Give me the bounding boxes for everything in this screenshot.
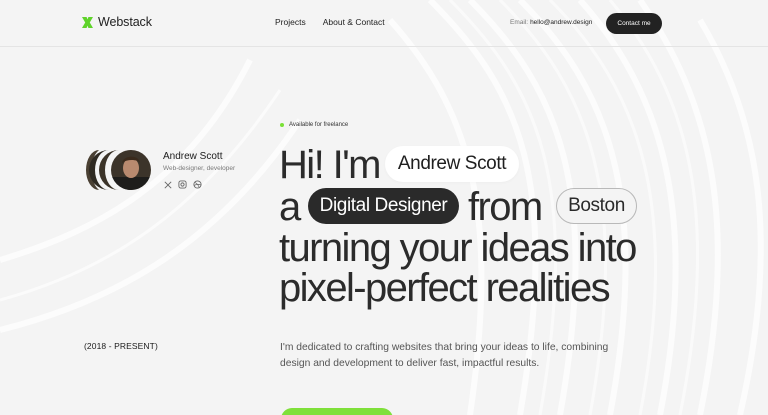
brand-logo[interactable]: Webstack (82, 15, 152, 29)
nav-about-contact[interactable]: About & Contact (323, 17, 385, 27)
email-link[interactable]: hello@andrew.design (530, 19, 592, 26)
dribbble-icon[interactable] (193, 180, 202, 189)
availability-status: Available for freelance (280, 122, 348, 128)
contact-me-button[interactable]: Contact me (606, 13, 662, 34)
main-nav: Projects About & Contact (275, 17, 385, 27)
headline-line-2-prefix: a (279, 185, 301, 229)
webstack-logo-icon (82, 16, 93, 28)
city-pill: Boston (556, 188, 637, 224)
x-icon[interactable] (163, 180, 172, 189)
headline-line-3: turning your ideas into (279, 226, 637, 270)
hero-description: I'm dedicated to crafting websites that … (280, 342, 609, 369)
name-pill: Andrew Scott (385, 146, 519, 182)
status-dot-icon (280, 123, 284, 127)
profile-role: Web-designer, developer (163, 165, 236, 172)
social-links (163, 180, 202, 189)
profile-name: Andrew Scott (163, 151, 223, 162)
site-header: Webstack Projects About & Contact Email:… (0, 0, 768, 47)
header-email: Email: hello@andrew.design (510, 19, 592, 26)
headline-line-4: pixel-perfect realities (279, 266, 611, 310)
email-label: Email: (510, 18, 529, 26)
career-period: (2018 - PRESENT) (84, 341, 158, 351)
headline-line-1: Hi! I'm (279, 143, 381, 187)
brand-name: Webstack (98, 15, 152, 29)
headline-line-2-mid: from (468, 185, 543, 229)
cta-button[interactable] (281, 408, 393, 415)
role-pill: Digital Designer (308, 188, 459, 224)
avatar (82, 150, 151, 190)
instagram-icon[interactable] (178, 180, 187, 189)
availability-text: Available for freelance (289, 122, 349, 128)
nav-projects[interactable]: Projects (275, 17, 306, 27)
